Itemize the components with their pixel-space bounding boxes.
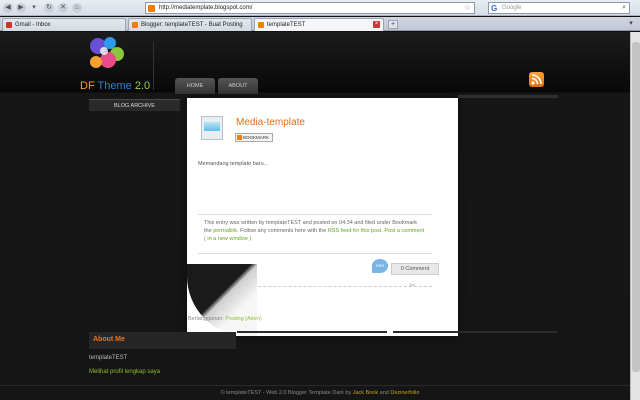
info-text: . bbox=[381, 228, 383, 234]
right-rail bbox=[458, 95, 558, 98]
subscribe-label: Berlangganan: bbox=[188, 316, 224, 322]
reload-icon[interactable]: ↻ bbox=[44, 3, 54, 13]
footer-text: © templateTEST - Web 2.0 Blogger Templat… bbox=[220, 390, 352, 396]
tab-blogger[interactable]: Blogger: templateTEST - Buat Posting bbox=[128, 18, 252, 31]
tab-strip: Gmail - Inbox Blogger: templateTEST - Bu… bbox=[0, 17, 640, 31]
bookmark-button[interactable]: BOOKMARK bbox=[235, 133, 273, 142]
scissors-icon: ✂ bbox=[409, 281, 416, 290]
blog-archive-heading: BLOG ARCHIVE bbox=[89, 99, 180, 111]
post-body: Memandang template baru... bbox=[198, 161, 269, 167]
post-thumbnail-icon bbox=[201, 116, 223, 140]
search-input[interactable]: G Google ⌕ bbox=[488, 2, 630, 14]
footer-author-link[interactable]: Jack Book bbox=[353, 390, 378, 396]
divider bbox=[393, 331, 558, 333]
google-icon[interactable]: G bbox=[491, 4, 497, 13]
address-bar[interactable]: http://mediatemplate.blogspot.com/ ☆ bbox=[145, 2, 475, 14]
site-favicon-icon bbox=[148, 5, 155, 12]
footer: © templateTEST - Web 2.0 Blogger Templat… bbox=[0, 385, 640, 400]
permalink-link[interactable]: permalink bbox=[213, 228, 237, 234]
back-icon[interactable]: ◀ bbox=[3, 3, 13, 13]
about-me-heading: About Me bbox=[89, 332, 236, 349]
browser-toolbar: ◀ ▶ ▾ ↻ ✕ ⌂ http://mediatemplate.blogspo… bbox=[0, 0, 640, 16]
logo-df: DF bbox=[80, 80, 95, 92]
nav-home[interactable]: HOME bbox=[175, 78, 215, 94]
blogger-icon bbox=[258, 22, 264, 28]
tab-list-icon[interactable]: ▾ bbox=[626, 19, 636, 29]
tab-label: Gmail - Inbox bbox=[15, 22, 51, 28]
bookmark-star-icon[interactable]: ☆ bbox=[464, 3, 471, 12]
footer-text: and bbox=[379, 390, 389, 396]
rss-feed-link[interactable]: RSS feed for this post bbox=[328, 228, 382, 234]
logo-text[interactable]: DF Theme 2.0 bbox=[80, 80, 150, 92]
about-name: templateTEST bbox=[89, 355, 128, 361]
search-icon[interactable]: ⌕ bbox=[622, 4, 626, 12]
divider bbox=[237, 331, 387, 333]
logo-icon[interactable] bbox=[84, 34, 130, 78]
bookmark-label: BOOKMARK bbox=[243, 135, 270, 140]
info-text: . Follow any comments here with the bbox=[237, 228, 327, 234]
comments-button[interactable]: 0 Comment bbox=[391, 263, 439, 275]
forward-icon[interactable]: ▶ bbox=[16, 3, 26, 13]
logo-version: 2.0 bbox=[134, 80, 151, 92]
tab-label: Blogger: templateTEST - Buat Posting bbox=[141, 22, 243, 28]
stop-icon[interactable]: ✕ bbox=[58, 3, 68, 13]
scrollbar-thumb[interactable] bbox=[632, 42, 640, 372]
tab-templatetest[interactable]: templateTEST × bbox=[254, 18, 384, 31]
blog-page: DF Theme 2.0 HOME ABOUT BLOG ARCHIVE Med… bbox=[0, 32, 640, 400]
subscribe-line: Berlangganan: Posting (Atom) bbox=[188, 316, 262, 322]
close-tab-icon[interactable]: × bbox=[373, 21, 380, 28]
post-title[interactable]: Media-template bbox=[236, 117, 305, 128]
address-url[interactable]: http://mediatemplate.blogspot.com/ bbox=[159, 5, 252, 11]
rss-icon[interactable] bbox=[529, 72, 544, 87]
post-info: This entry was written by templateTEST a… bbox=[198, 214, 432, 254]
gmail-icon bbox=[6, 22, 12, 28]
tab-label: templateTEST bbox=[267, 22, 306, 28]
profile-link[interactable]: Melihat profil lengkap saya bbox=[89, 369, 160, 375]
search-placeholder: Google bbox=[502, 5, 522, 11]
atom-feed-link[interactable]: Posting (Atom) bbox=[225, 316, 261, 322]
bookmark-icon bbox=[237, 135, 242, 140]
comment-bubble-icon: RSS bbox=[372, 259, 388, 273]
home-icon[interactable]: ⌂ bbox=[72, 3, 82, 13]
logo-theme: Theme bbox=[97, 80, 132, 92]
tab-gmail[interactable]: Gmail - Inbox bbox=[2, 18, 126, 31]
new-tab-button[interactable]: + bbox=[388, 20, 398, 29]
nav-about[interactable]: ABOUT bbox=[218, 78, 258, 94]
scrollbar[interactable] bbox=[630, 32, 640, 400]
header-divider bbox=[153, 42, 154, 90]
footer-author-link[interactable]: Dezinerfolio bbox=[390, 390, 419, 396]
dropdown-icon[interactable]: ▾ bbox=[29, 3, 39, 13]
blogger-icon bbox=[132, 22, 138, 28]
